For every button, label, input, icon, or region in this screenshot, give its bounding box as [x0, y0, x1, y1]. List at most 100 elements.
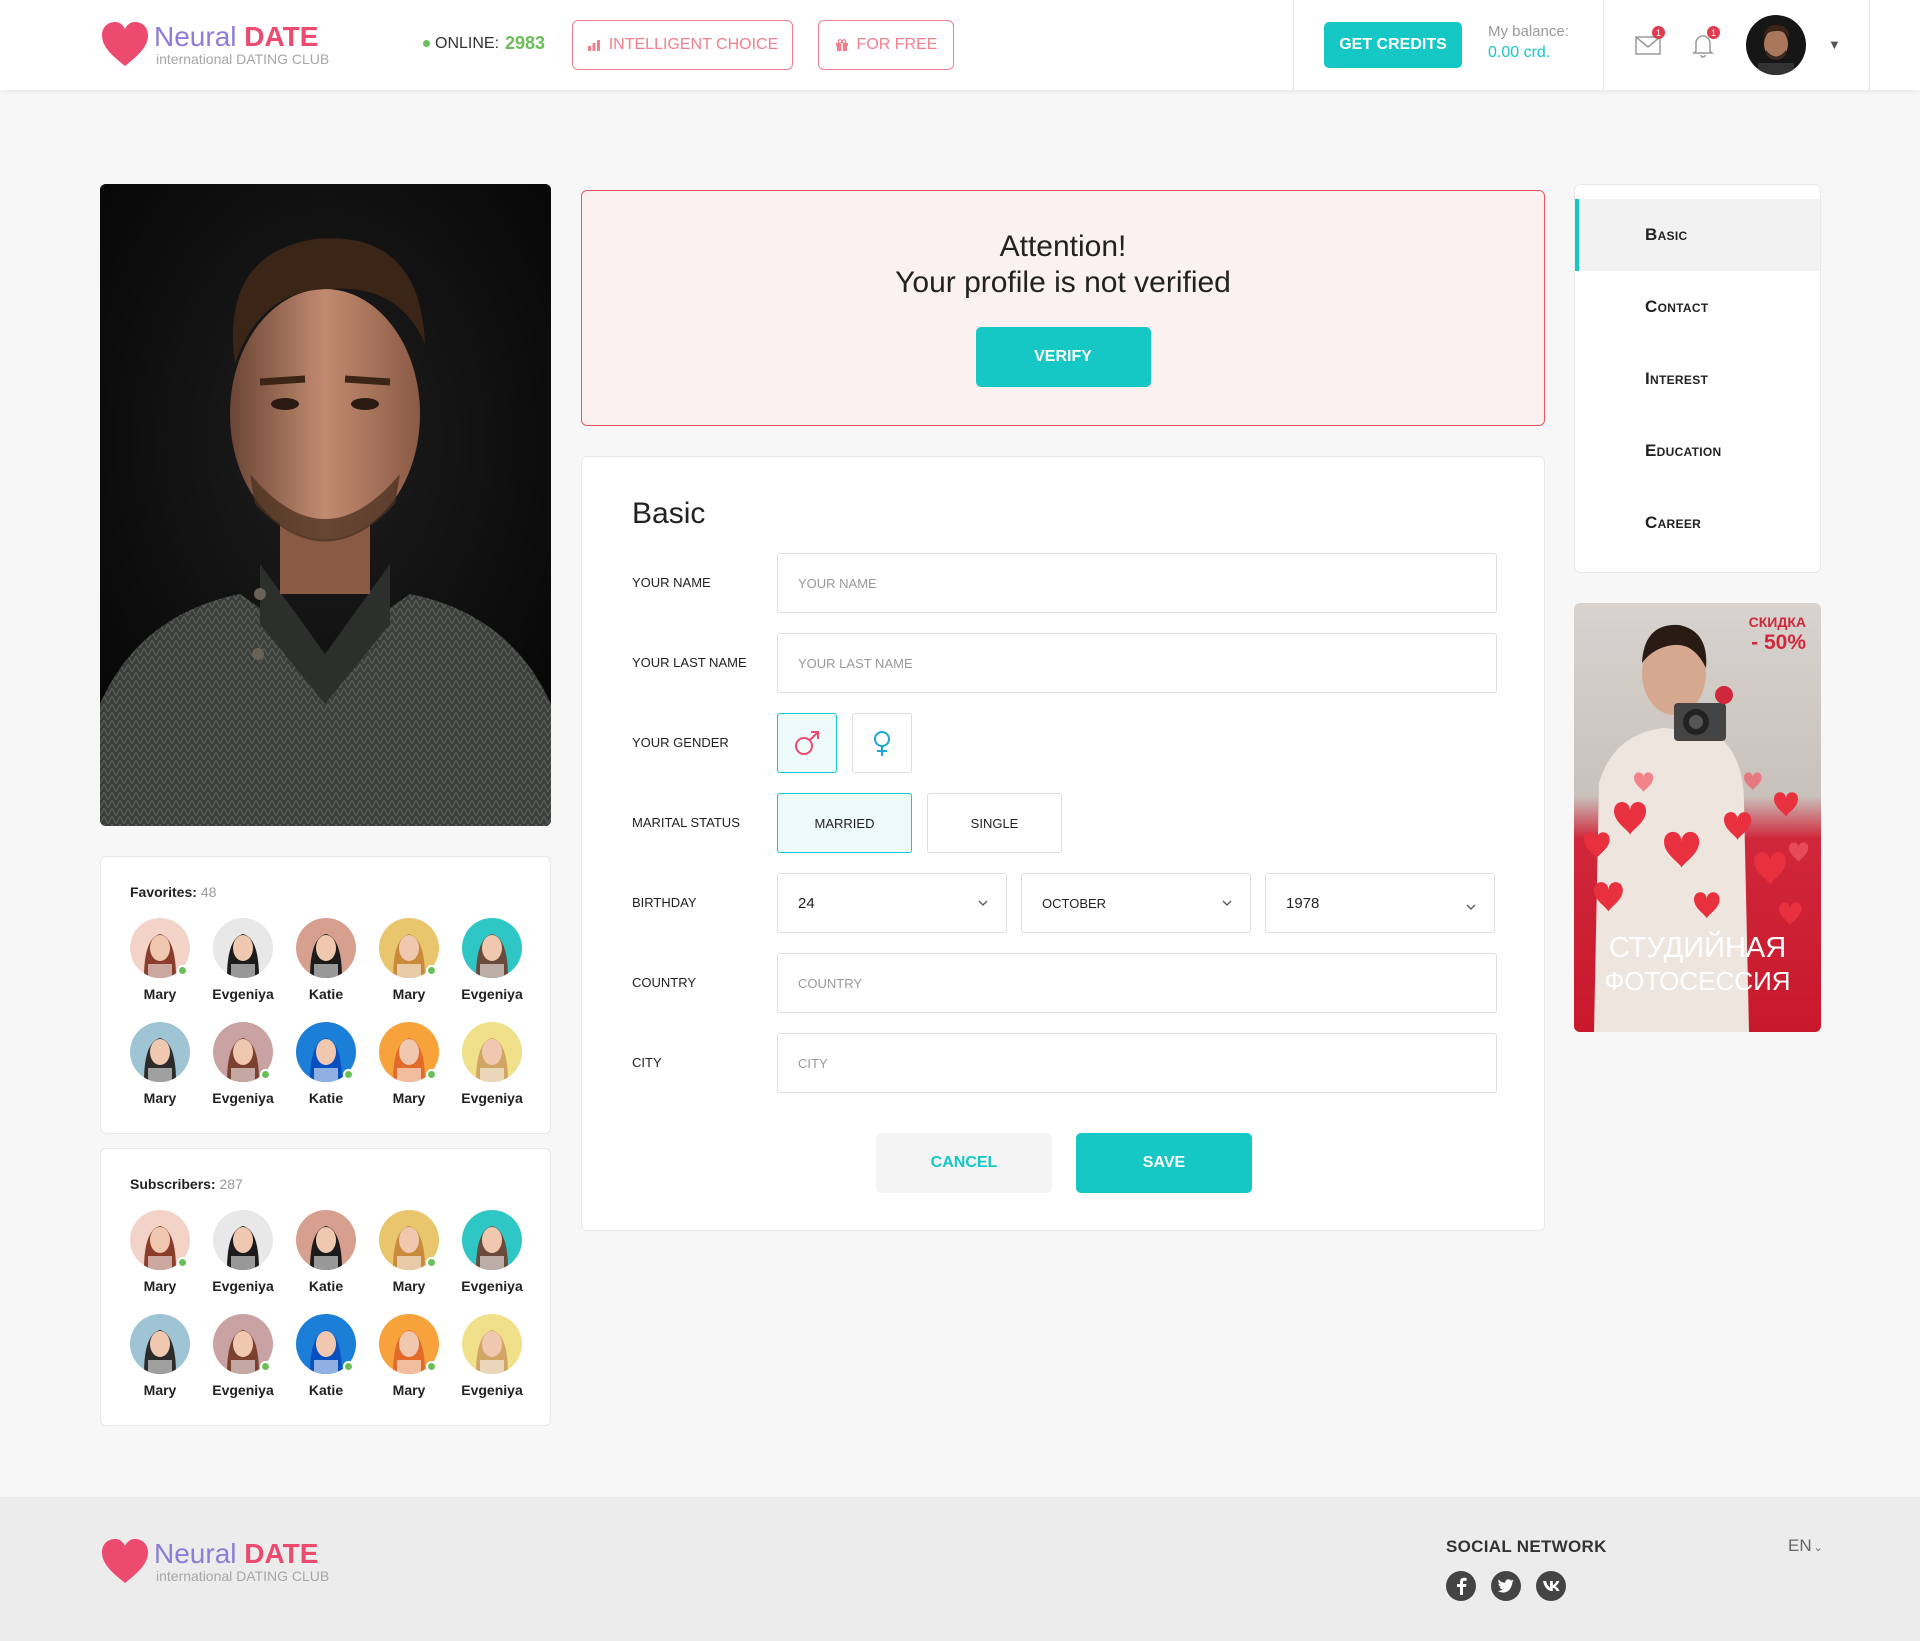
get-credits-button[interactable]: GET CREDITS	[1324, 22, 1462, 68]
birthday-month-select[interactable]: OCTOBER	[1021, 873, 1251, 933]
marital-single-button[interactable]: SINGLE	[927, 793, 1062, 853]
language-value: EN	[1788, 1536, 1812, 1555]
sidenav-item-contact[interactable]: Contact	[1575, 271, 1820, 343]
male-symbol-icon	[795, 731, 819, 755]
avatar-photo	[1746, 15, 1806, 75]
online-indicator-icon	[343, 1361, 354, 1372]
header-divider	[1869, 0, 1870, 90]
marital-row: MARITAL STATUS MARRIED SINGLE	[632, 793, 1492, 853]
facebook-icon[interactable]	[1446, 1571, 1476, 1601]
brand-name-part1: Neural	[154, 21, 237, 52]
online-counter: ONLINE: 2983	[423, 33, 545, 54]
online-indicator-icon	[260, 1069, 271, 1080]
lastname-label: YOUR LAST NAME	[632, 655, 747, 670]
header-divider	[1293, 0, 1294, 90]
notifications-button[interactable]: 1	[1688, 26, 1720, 60]
avatar-item[interactable]: Evgeniya	[212, 1210, 274, 1294]
female-symbol-icon	[874, 731, 890, 756]
country-label: COUNTRY	[632, 975, 697, 990]
avatar-item[interactable]: Mary	[379, 1022, 439, 1106]
ad-title-line2: ФОТОСЕССИЯ	[1604, 966, 1790, 996]
avatar-item[interactable]: Evgeniya	[461, 1314, 523, 1398]
avatar-name: Evgeniya	[461, 1090, 523, 1106]
social-network: SOCIAL NETWORK	[1446, 1537, 1607, 1601]
profile-photo[interactable]	[100, 184, 551, 826]
footer-logo[interactable]: Neural DATE international DATING CLUB	[100, 1537, 329, 1585]
ad-discount-line1: СКИДКА	[1749, 614, 1806, 630]
alert-message: Your profile is not verified	[895, 266, 1231, 299]
twitter-icon[interactable]	[1491, 1571, 1521, 1601]
subscribers-count: 287	[219, 1176, 243, 1192]
avatar-name: Katie	[308, 1382, 344, 1398]
intelligent-choice-button[interactable]: INTELLIGENT CHOICE	[572, 20, 793, 70]
brand-name-part2: DATE	[244, 21, 319, 52]
vk-icon[interactable]	[1536, 1571, 1566, 1601]
favorites-title: Favorites: 48	[130, 884, 216, 900]
subscribers-grid: Mary Evgeniya Katie Mary Evgeniya Mary Evgeniy…	[130, 1210, 523, 1398]
avatar-item[interactable]: Katie	[296, 918, 356, 1002]
avatar-item[interactable]: Evgeniya	[212, 1314, 274, 1398]
birthday-day-select[interactable]: 24	[777, 873, 1007, 933]
gender-female-button[interactable]	[852, 713, 912, 773]
avatar-item[interactable]: Mary	[379, 1210, 439, 1294]
avatar-item[interactable]: Katie	[296, 1022, 356, 1106]
footer-brand-name-part2: DATE	[244, 1538, 319, 1569]
avatar-name: Evgeniya	[212, 1278, 274, 1294]
user-avatar[interactable]	[1746, 15, 1806, 75]
avatar-item[interactable]: Katie	[296, 1210, 356, 1294]
avatar-item[interactable]: Mary	[130, 1314, 190, 1398]
photo-session-ad[interactable]: СКИДКА - 50% СТУДИЙНАЯ ФОТОСЕССИЯ	[1574, 603, 1821, 1032]
marital-label: MARITAL STATUS	[632, 815, 740, 830]
online-indicator-icon	[177, 1257, 188, 1268]
avatar-photo	[213, 918, 273, 978]
favorites-grid: Mary Evgeniya Katie Mary Evgeniya Mary Evgeniy…	[130, 918, 523, 1106]
avatar-name: Mary	[392, 1278, 426, 1294]
subscribers-title: Subscribers: 287	[130, 1176, 243, 1192]
for-free-label: FOR FREE	[856, 36, 938, 53]
header-divider	[1603, 0, 1604, 90]
sidenav-item-education[interactable]: Education	[1575, 415, 1820, 487]
save-button[interactable]: SAVE	[1076, 1133, 1252, 1193]
avatar-item[interactable]: Evgeniya	[461, 1022, 523, 1106]
avatar-name: Mary	[143, 986, 177, 1002]
verify-button[interactable]: VERIFY	[975, 327, 1151, 387]
avatar-item[interactable]: Mary	[130, 918, 190, 1002]
city-input[interactable]: CITY	[777, 1033, 1497, 1093]
country-input[interactable]: COUNTRY	[777, 953, 1497, 1013]
avatar-name: Mary	[143, 1382, 177, 1398]
balance-value: 0.00 crd.	[1488, 44, 1551, 61]
avatar-photo	[213, 1210, 273, 1270]
marital-married-button[interactable]: MARRIED	[777, 793, 912, 853]
cancel-button[interactable]: CANCEL	[876, 1133, 1052, 1193]
chevron-down-icon: ⌄	[1813, 1542, 1823, 1554]
logo[interactable]: Neural DATE international DATING CLUB	[100, 20, 329, 68]
name-input[interactable]: YOUR NAME	[777, 553, 1497, 613]
language-selector[interactable]: EN ⌄	[1788, 1536, 1823, 1556]
ad-title-line1: СТУДИЙНАЯ	[1609, 930, 1786, 964]
avatar-item[interactable]: Katie	[296, 1314, 356, 1398]
avatar-item[interactable]: Mary	[130, 1022, 190, 1106]
online-indicator-icon	[426, 965, 437, 976]
avatar-item[interactable]: Evgeniya	[461, 1210, 523, 1294]
for-free-button[interactable]: FOR FREE	[818, 20, 954, 70]
sidenav-item-career[interactable]: Career	[1575, 487, 1820, 559]
birthday-year-select[interactable]: 1978	[1265, 873, 1495, 933]
gender-male-button[interactable]	[777, 713, 837, 773]
user-menu-caret-icon[interactable]: ▼	[1828, 37, 1841, 52]
footer-brand-name-part1: Neural	[154, 1538, 237, 1569]
avatar-item[interactable]: Evgeniya	[212, 1022, 274, 1106]
avatar-item[interactable]: Mary	[379, 918, 439, 1002]
messages-button[interactable]: 1	[1633, 26, 1665, 60]
avatar-name: Mary	[143, 1090, 177, 1106]
avatar-item[interactable]: Evgeniya	[212, 918, 274, 1002]
intelligent-choice-label: INTELLIGENT CHOICE	[608, 36, 779, 53]
avatar-item[interactable]: Evgeniya	[461, 918, 523, 1002]
sidenav-item-basic[interactable]: Basic	[1575, 199, 1820, 271]
avatar-item[interactable]: Mary	[379, 1314, 439, 1398]
avatar-name: Katie	[308, 1090, 344, 1106]
avatar-item[interactable]: Mary	[130, 1210, 190, 1294]
sidenav-item-interest[interactable]: Interest	[1575, 343, 1820, 415]
lastname-input[interactable]: YOUR LAST NAME	[777, 633, 1497, 693]
verification-alert: Attention! Your profile is not verified …	[581, 190, 1545, 426]
balance-label: My balance:	[1488, 23, 1569, 40]
